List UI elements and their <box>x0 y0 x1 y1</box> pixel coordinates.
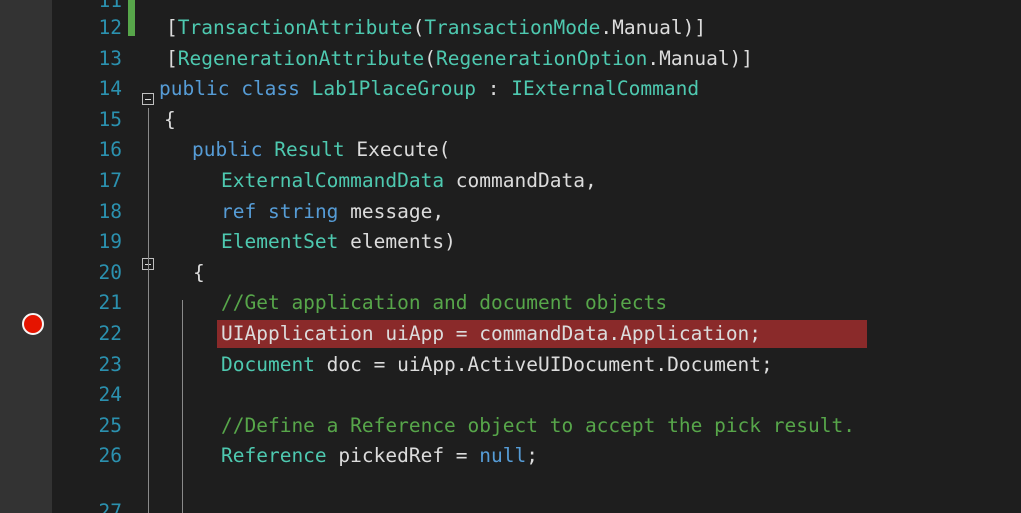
line-number: 16 <box>98 138 122 162</box>
code-token: Execute( <box>344 138 451 162</box>
code-token: .Manual)] <box>600 16 707 39</box>
code-token: ElementSet <box>221 230 339 254</box>
line-number: 15 <box>98 107 122 131</box>
code-line[interactable]: 25 //Define a Reference object to accept … <box>0 411 1021 441</box>
code-token: message, <box>338 199 445 223</box>
code-token: [ <box>166 16 178 39</box>
code-text[interactable]: ElementSet elements) <box>221 227 456 257</box>
line-number: 22 <box>98 322 122 345</box>
code-token: //Define a Reference object to accept th… <box>221 413 855 437</box>
indent-guide <box>182 300 183 513</box>
line-number: 23 <box>98 352 122 376</box>
code-line[interactable]: 17 ExternalCommandData commandData, <box>0 166 1021 196</box>
code-token: ExternalCommandData <box>221 169 445 192</box>
code-line[interactable]: 23 Document doc = uiApp.ActiveUIDocument.… <box>0 350 1021 380</box>
code-token: RegenerationOption <box>436 46 648 70</box>
line-number: 24 <box>98 383 122 407</box>
code-line[interactable]: 18 ref string message, <box>0 197 1021 227</box>
line-number: 26 <box>98 444 122 468</box>
code-token: pickedRef = <box>326 444 480 468</box>
code-line[interactable]: 15 { <box>0 105 1021 135</box>
code-token: UIApplication uiApp = commandData.Applic… <box>221 322 762 345</box>
code-text[interactable]: public class Lab1PlaceGroup : IExternalC… <box>159 74 699 104</box>
code-line-partial-bottom: 27 <box>0 497 1021 513</box>
collapse-toggle-icon[interactable] <box>142 93 154 105</box>
code-token: Lab1PlaceGroup <box>311 77 477 101</box>
code-text[interactable]: Document doc = uiApp.ActiveUIDocument.Do… <box>221 350 773 380</box>
code-token: commandData, <box>444 169 597 192</box>
code-token: elements) <box>338 230 456 254</box>
code-token: //Get application and document objects <box>221 291 668 315</box>
code-text[interactable]: ExternalCommandData commandData, <box>221 166 597 196</box>
code-text[interactable]: UIApplication uiApp = commandData.Applic… <box>221 319 761 349</box>
code-line[interactable]: 24 <box>0 380 1021 410</box>
code-token: class <box>241 77 300 101</box>
code-token: Document <box>221 352 315 376</box>
line-number: 21 <box>98 291 122 315</box>
code-line[interactable]: 12 [TransactionAttribute(TransactionMode.… <box>0 13 1021 43</box>
line-number: 14 <box>98 77 122 101</box>
code-token: string <box>267 199 339 223</box>
code-text[interactable]: { <box>193 258 205 288</box>
code-token: Result <box>274 138 345 162</box>
code-token: public <box>192 138 263 162</box>
code-token: .Manual)] <box>647 46 754 70</box>
code-line[interactable]: 13 [RegenerationAttribute(RegenerationOpt… <box>0 44 1021 74</box>
breakpoint-icon[interactable] <box>22 313 44 335</box>
line-number: 13 <box>98 46 122 70</box>
code-text[interactable]: //Get application and document objects <box>221 288 667 318</box>
line-number: 18 <box>98 199 122 223</box>
code-text[interactable]: { <box>164 105 176 135</box>
code-text[interactable]: [RegenerationAttribute(RegenerationOptio… <box>166 44 753 74</box>
code-text[interactable]: Reference pickedRef = null; <box>221 441 538 471</box>
code-token: ( <box>424 46 437 70</box>
code-token: TransactionMode <box>424 16 601 39</box>
line-number: 20 <box>98 260 122 284</box>
line-number: 19 <box>98 230 122 254</box>
code-token: { <box>193 260 205 284</box>
code-token: Reference <box>221 444 327 468</box>
code-line[interactable]: 22 UIApplication uiApp = commandData.Appl… <box>0 319 1021 349</box>
code-text[interactable]: public Result Execute( <box>192 135 450 165</box>
code-token: doc = uiApp.ActiveUIDocument.Document; <box>314 352 773 376</box>
code-token: RegenerationAttribute <box>177 46 425 70</box>
code-token: IExternalCommand <box>511 77 700 101</box>
code-token: TransactionAttribute <box>177 16 413 39</box>
line-number: 12 <box>98 16 122 39</box>
code-token: : <box>476 77 512 101</box>
code-text[interactable]: [TransactionAttribute(TransactionMode.Ma… <box>166 13 706 43</box>
code-token: public <box>159 77 230 101</box>
code-line[interactable]: 16 public Result Execute( <box>0 135 1021 165</box>
code-token: null <box>479 444 527 468</box>
indent-guide <box>148 108 149 513</box>
code-editor[interactable]: 11 12 [TransactionAttribute(TransactionMo… <box>0 0 1021 513</box>
code-token: ref <box>221 199 257 223</box>
code-token: [ <box>166 46 178 70</box>
line-number: 17 <box>98 169 122 192</box>
code-text[interactable]: ref string message, <box>221 197 444 227</box>
code-line[interactable]: 19 ElementSet elements) <box>0 227 1021 257</box>
code-token: { <box>164 107 176 131</box>
code-line[interactable]: 21 //Get application and document objects <box>0 288 1021 318</box>
code-token: ( <box>412 16 425 39</box>
code-text[interactable]: //Define a Reference object to accept th… <box>221 411 855 441</box>
line-number: 27 <box>98 500 122 513</box>
code-token: ; <box>526 444 539 468</box>
code-line[interactable]: 26 Reference pickedRef = null; <box>0 441 1021 471</box>
line-number: 25 <box>98 413 122 437</box>
